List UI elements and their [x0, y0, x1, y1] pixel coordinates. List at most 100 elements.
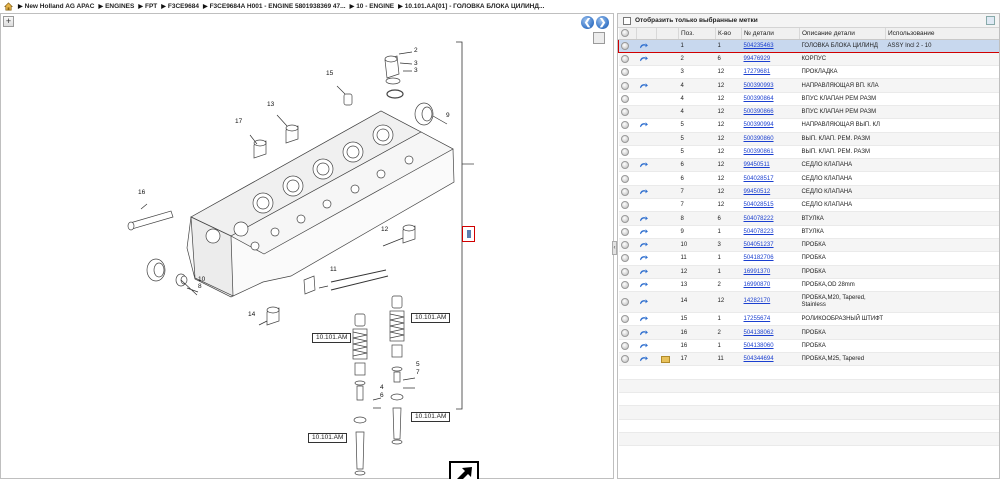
col-qty[interactable]: К-во — [715, 28, 742, 40]
add-to-cart-arrow-icon[interactable] — [639, 82, 648, 90]
part-number-link[interactable]: 504028515 — [744, 202, 774, 208]
add-to-cart-arrow-icon[interactable] — [639, 268, 648, 276]
part-number-link[interactable]: 504138060 — [744, 343, 774, 349]
table-row[interactable]: 11 1 504182706 ПРОБКА — [618, 251, 999, 266]
row-select-icon[interactable] — [620, 297, 629, 306]
part-number-link[interactable]: 17279681 — [744, 69, 771, 75]
part-number-link[interactable]: 504051237 — [744, 242, 774, 248]
row-select-icon[interactable] — [620, 94, 629, 103]
add-to-cart-arrow-icon[interactable] — [639, 342, 648, 350]
row-select-icon[interactable] — [620, 241, 629, 250]
breadcrumb-item[interactable]: ▶ New Holland AG APAC — [18, 3, 94, 10]
part-number-link[interactable]: 99476929 — [744, 56, 771, 62]
table-row[interactable]: 5 12 500390994 НАПРАВЛЯЮЩАЯ ВЫП. КЛ — [618, 118, 999, 133]
breadcrumb-item[interactable]: ▶ 10.101.AA[01] - ГОЛОВКА БЛОКА ЦИЛИНД... — [398, 3, 544, 10]
row-select-icon[interactable] — [620, 121, 629, 130]
add-to-cart-arrow-icon[interactable] — [639, 55, 648, 63]
row-select-icon[interactable] — [620, 161, 629, 170]
row-select-icon[interactable] — [621, 41, 629, 50]
part-number-link[interactable]: 504182706 — [744, 255, 774, 261]
reference-link[interactable]: 10.101.AM — [312, 333, 352, 343]
row-select-icon[interactable] — [620, 134, 629, 143]
part-number-link[interactable]: 504078222 — [744, 216, 774, 222]
row-select-icon[interactable] — [620, 108, 629, 117]
home-icon[interactable] — [4, 1, 13, 11]
row-select-icon[interactable] — [620, 254, 629, 263]
part-number-link[interactable]: 504235463 — [744, 43, 774, 49]
export-arrow-icon[interactable] — [449, 461, 479, 479]
add-to-cart-arrow-icon[interactable] — [639, 254, 648, 262]
row-select-icon[interactable] — [620, 267, 629, 276]
breadcrumb-item[interactable]: ▶ ENGINES — [98, 3, 134, 10]
table-row[interactable]: 13 2 16990870 ПРОБКА,OD 28mm — [618, 278, 999, 293]
selected-hotspot-marker[interactable] — [462, 226, 475, 242]
row-select-icon[interactable] — [620, 54, 629, 63]
row-select-icon[interactable] — [620, 315, 629, 324]
row-select-icon[interactable] — [620, 341, 629, 350]
table-row[interactable]: 5 12 500390861 ВЫП. КЛАП. РЕМ. РАЗМ — [618, 145, 999, 160]
part-number-link[interactable]: 16990870 — [744, 282, 771, 288]
add-to-cart-arrow-icon[interactable] — [639, 355, 648, 363]
row-select-icon[interactable] — [620, 148, 629, 157]
row-select-icon[interactable] — [620, 201, 629, 210]
select-column-header[interactable] — [618, 28, 637, 40]
add-to-cart-arrow-icon[interactable] — [639, 121, 648, 129]
table-row[interactable]: 17 11 504344694 ПРОБКА,M25, Tapered — [618, 352, 999, 367]
add-to-cart-arrow-icon[interactable] — [639, 315, 648, 323]
part-number-link[interactable]: 500390993 — [744, 83, 774, 89]
table-row[interactable]: 10 3 504051237 ПРОБКА — [618, 238, 999, 253]
table-row[interactable]: 12 1 16991370 ПРОБКА — [618, 265, 999, 279]
add-to-cart-arrow-icon[interactable] — [639, 215, 648, 223]
part-number-link[interactable]: 504028517 — [744, 176, 774, 182]
row-select-icon[interactable] — [620, 81, 629, 90]
row-select-icon[interactable] — [620, 328, 629, 337]
table-row[interactable]: 4 12 500390993 НАПРАВЛЯЮЩАЯ ВП. КЛА — [618, 78, 999, 93]
table-row[interactable]: 6 12 504028517 СЕДЛО КЛАПАНА — [618, 171, 999, 186]
table-row[interactable]: 8 6 504078222 ВТУЛКА — [618, 211, 999, 226]
reference-link[interactable]: 10.101.AM — [411, 412, 451, 422]
table-row[interactable]: 2 6 99476929 КОРПУС — [618, 52, 999, 67]
add-to-cart-arrow-icon[interactable] — [639, 281, 648, 289]
row-select-icon[interactable] — [620, 214, 629, 223]
row-select-icon[interactable] — [620, 187, 629, 196]
table-row[interactable]: 4 12 500390864 ВПУС КЛАПАН РЕМ РАЗМ — [618, 92, 999, 106]
table-row[interactable]: 9 1 504078223 ВТУЛКА — [618, 225, 999, 239]
table-row[interactable]: 4 12 500390866 ВПУС КЛАПАН РЕМ РАЗМ — [618, 105, 999, 120]
breadcrumb-item[interactable]: ▶ 10 - ENGINE — [350, 3, 395, 10]
table-row[interactable]: 1 1 504235463 ГОЛОВКА БЛОКА ЦИЛИНД ASSY Incl… — [618, 38, 999, 53]
row-select-icon[interactable] — [620, 280, 629, 289]
part-number-link[interactable]: 504138062 — [744, 330, 774, 336]
table-row[interactable]: 16 1 504138060 ПРОБКА — [618, 339, 999, 354]
settings-icon[interactable] — [986, 16, 995, 25]
part-number-link[interactable]: 99450511 — [744, 162, 770, 168]
add-to-cart-arrow-icon[interactable] — [639, 329, 648, 337]
row-select-icon[interactable] — [620, 68, 629, 77]
part-number-link[interactable]: 99450512 — [744, 189, 771, 195]
table-row[interactable]: 14 12 14282170 ПРОБКА,M20, Tapered, Stainle… — [618, 291, 999, 314]
table-row[interactable]: 5 12 500390860 ВЫП. КЛАП. РЕМ. РАЗМ — [618, 132, 999, 146]
table-row[interactable]: 3 12 17279681 ПРОКЛАДКА — [618, 65, 999, 80]
table-row[interactable]: 16 2 504138062 ПРОБКА — [618, 325, 999, 340]
row-select-icon[interactable] — [620, 174, 629, 183]
part-number-link[interactable]: 504344694 — [744, 356, 774, 362]
add-to-cart-arrow-icon[interactable] — [639, 42, 648, 50]
part-number-link[interactable]: 500390864 — [744, 96, 774, 102]
col-pos[interactable]: Поз. — [678, 28, 716, 40]
folder-icon[interactable] — [660, 355, 670, 363]
part-number-link[interactable]: 504078223 — [744, 229, 774, 235]
reference-link[interactable]: 10.101.AM — [308, 433, 348, 443]
reference-link[interactable]: 10.101.AM — [411, 313, 451, 323]
part-number-link[interactable]: 500390994 — [744, 122, 774, 128]
add-to-cart-arrow-icon[interactable] — [639, 298, 648, 306]
part-number-link[interactable]: 16991370 — [744, 269, 771, 275]
breadcrumb-item[interactable]: ▶ F3CE9684 — [161, 3, 199, 10]
show-selected-only-checkbox[interactable] — [623, 16, 631, 25]
part-number-link[interactable]: 17255674 — [744, 316, 771, 322]
add-to-cart-arrow-icon[interactable] — [639, 161, 648, 169]
col-partno[interactable]: № детали — [741, 28, 800, 40]
add-to-cart-arrow-icon[interactable] — [639, 241, 648, 249]
row-select-icon[interactable] — [620, 355, 629, 364]
row-select-icon[interactable] — [620, 227, 629, 236]
table-row[interactable]: 6 12 99450511 СЕДЛО КЛАПАНА — [618, 158, 999, 173]
col-desc[interactable]: Описание детали — [799, 28, 886, 40]
